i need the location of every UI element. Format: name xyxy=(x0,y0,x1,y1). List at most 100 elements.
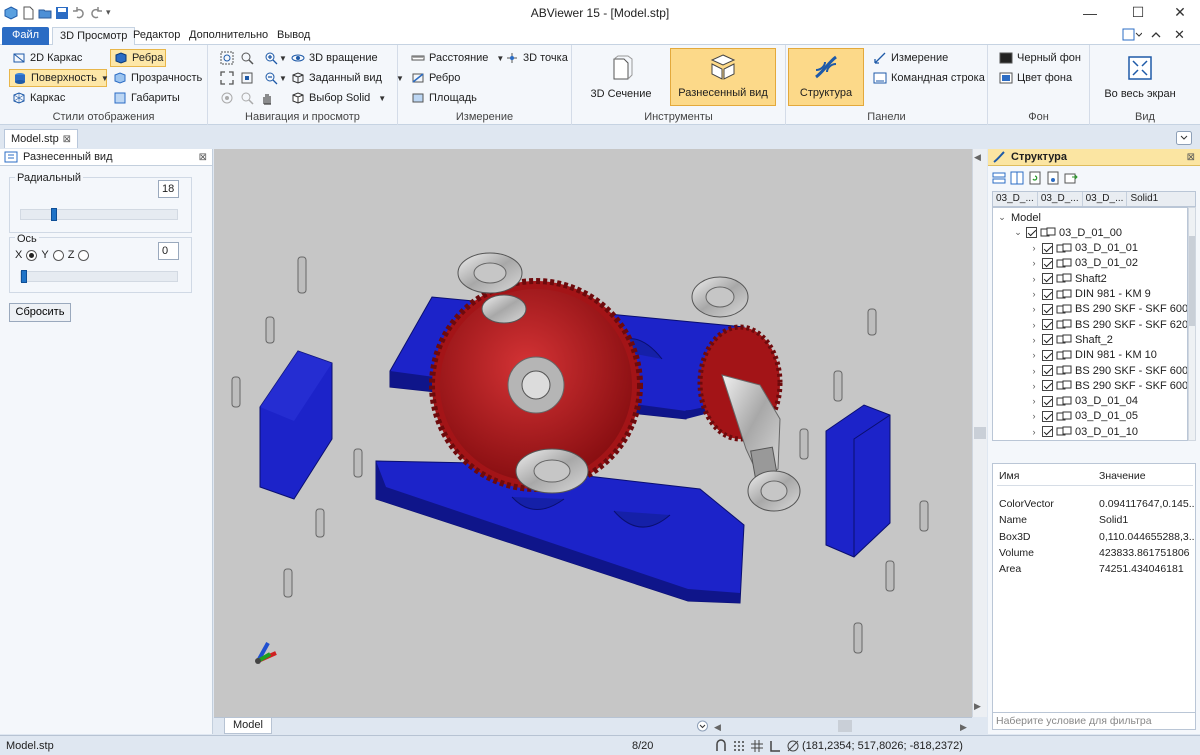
scroll-right-icon[interactable]: ▶ xyxy=(960,722,967,733)
measurement-panel-button[interactable]: Измерение xyxy=(870,49,951,67)
chevron-right-icon[interactable]: › xyxy=(1029,366,1039,376)
chevron-right-icon[interactable]: › xyxy=(1029,396,1039,406)
black-background-button[interactable]: Черный фон xyxy=(996,49,1084,67)
close-button[interactable]: ✕ xyxy=(1158,0,1200,25)
command-line-button[interactable]: Командная строка xyxy=(870,69,988,87)
snap-icon[interactable] xyxy=(714,739,728,753)
axis-slider[interactable] xyxy=(20,270,178,283)
surface-button[interactable]: Поверхность ▼ xyxy=(9,69,109,87)
orbit-icon[interactable] xyxy=(220,91,234,105)
open-folder-icon[interactable] xyxy=(38,6,52,20)
tree-node[interactable]: › DIN 981 - KM 9 xyxy=(1029,287,1151,302)
axis-value-input[interactable]: 0 xyxy=(158,242,179,260)
property-row[interactable]: ColorVector 0.094117647,0.145... xyxy=(993,498,1197,514)
chevron-right-icon[interactable]: › xyxy=(1029,350,1039,360)
tab-3d-view[interactable]: 3D Просмотр xyxy=(52,27,136,45)
tree-scroll-thumb[interactable] xyxy=(1189,236,1195,326)
polar-icon[interactable] xyxy=(786,739,800,753)
horizontal-scroll-thumb[interactable] xyxy=(838,720,852,732)
structure-button[interactable]: Структура xyxy=(788,48,864,106)
chevron-right-icon[interactable]: › xyxy=(1029,289,1039,299)
structure-tree[interactable]: ⌄ Model ⌄ 03_D_01_00 › 03_D_01_01 › 03_D_01_02 ›… xyxy=(992,207,1188,441)
reset-button[interactable]: Сбросить xyxy=(9,303,71,322)
select-solid-button[interactable]: Выбор Solid ▼ xyxy=(288,89,389,107)
scroll-down-icon[interactable]: ▶ xyxy=(974,701,981,712)
tree-node[interactable]: › BS 290 SKF - SKF 6005- xyxy=(1029,302,1188,317)
chevron-right-icon[interactable]: › xyxy=(1029,427,1039,437)
pan-hand-icon[interactable] xyxy=(260,91,274,105)
ortho-icon[interactable] xyxy=(768,739,782,753)
scroll-up-icon[interactable]: ◀ xyxy=(974,152,981,163)
visibility-checkbox[interactable] xyxy=(1042,349,1053,361)
tab-output[interactable]: Вывод xyxy=(270,27,317,45)
chevron-right-icon[interactable]: › xyxy=(1029,335,1039,345)
background-color-button[interactable]: Цвет фона xyxy=(996,69,1075,87)
point-3d-button[interactable]: 3D точка xyxy=(502,49,571,67)
zoom-previous-icon[interactable] xyxy=(240,71,254,85)
ribbon-close-icon[interactable]: ✕ xyxy=(1174,27,1185,43)
maximize-button[interactable]: ☐ xyxy=(1116,0,1160,25)
tree-scrollbar[interactable] xyxy=(1188,207,1196,441)
tab-file[interactable]: Файл xyxy=(2,27,50,45)
chevron-right-icon[interactable]: › xyxy=(1029,320,1039,330)
edge-measure-button[interactable]: Ребро xyxy=(408,69,463,87)
radial-value-input[interactable]: 18 xyxy=(158,180,179,198)
properties-icon[interactable] xyxy=(1046,171,1060,185)
tree-node[interactable]: ⌄ Model xyxy=(997,210,1041,225)
wireframe-button[interactable]: Каркас xyxy=(9,89,68,107)
transparency-button[interactable]: Прозрачность xyxy=(110,69,205,87)
tree-node[interactable]: ⌄ 03_D_01_00 xyxy=(1013,225,1122,240)
grid-icon[interactable] xyxy=(750,739,764,753)
tree-node[interactable]: › 03_D_01_01 xyxy=(1029,241,1139,256)
look-icon[interactable] xyxy=(240,91,254,105)
tree-node[interactable]: › 03_D_01_10 xyxy=(1029,424,1139,439)
chevron-right-icon[interactable]: › xyxy=(1029,411,1039,421)
axis-z-radio[interactable] xyxy=(78,249,90,261)
zoom-window-icon[interactable] xyxy=(220,51,234,65)
tree-node[interactable]: › BS 290 SKF - SKF 6006- xyxy=(1029,363,1188,378)
visibility-checkbox[interactable] xyxy=(1042,288,1053,300)
bearing-top-middle[interactable] xyxy=(481,294,527,324)
dimensions-button[interactable]: Габариты xyxy=(110,89,183,107)
distance-button[interactable]: Расстояние ▼ xyxy=(408,49,507,67)
save-icon[interactable] xyxy=(55,6,69,20)
right-side-plate[interactable] xyxy=(825,404,891,558)
tree-node[interactable]: › DIN 981 - KM 10 xyxy=(1029,348,1157,363)
visibility-checkbox[interactable] xyxy=(1042,257,1053,269)
tree-node[interactable]: › Shaft_2 xyxy=(1029,332,1113,347)
close-tab-icon[interactable]: ⊠ xyxy=(63,134,71,145)
section-3d-button[interactable]: 3D Сечение xyxy=(582,48,660,106)
bearing-bottom-left[interactable] xyxy=(515,448,589,494)
tree-node[interactable]: › BS 290 SKF - SKF 6006- xyxy=(1029,378,1188,393)
radial-slider-thumb[interactable] xyxy=(51,208,57,221)
structure-close-icon[interactable]: ⊠ xyxy=(1187,152,1195,163)
column-tab[interactable]: 03_D_... xyxy=(993,192,1038,206)
dots-grid-icon[interactable] xyxy=(732,739,746,753)
edges-button[interactable]: Ребра xyxy=(110,49,166,67)
property-row[interactable]: Area 74251.434046181 xyxy=(993,563,1197,579)
bearing-top-right[interactable] xyxy=(691,276,749,318)
small-gear-shaft[interactable] xyxy=(697,324,783,492)
filter-input[interactable]: Наберите условие для фильтра xyxy=(992,712,1196,730)
tab-advanced[interactable]: Дополнительно xyxy=(182,27,275,45)
split-view-icon[interactable] xyxy=(1010,171,1024,185)
bearing-bottom-right[interactable] xyxy=(747,470,801,512)
minimize-button[interactable]: — xyxy=(1068,0,1112,25)
visibility-checkbox[interactable] xyxy=(1042,334,1053,346)
visibility-checkbox[interactable] xyxy=(1042,380,1053,392)
visibility-checkbox[interactable] xyxy=(1042,319,1053,331)
column-tab[interactable]: 03_D_... xyxy=(1038,192,1083,206)
layout-dropdown-icon[interactable] xyxy=(696,720,709,732)
visibility-checkbox[interactable] xyxy=(1042,273,1053,285)
radial-slider[interactable] xyxy=(20,208,178,221)
chevron-down-icon[interactable]: ⌄ xyxy=(997,212,1007,223)
viewport-vertical-scrollbar[interactable]: ◀ ▶ xyxy=(972,149,987,717)
visibility-checkbox[interactable] xyxy=(1026,227,1037,239)
chevron-right-icon[interactable]: › xyxy=(1029,258,1039,268)
chevron-down-icon[interactable]: ⌄ xyxy=(1013,227,1023,238)
axis-x-radio[interactable] xyxy=(26,249,38,261)
zoom-out-icon[interactable] xyxy=(264,71,278,85)
expand-all-icon[interactable] xyxy=(992,171,1006,185)
zoom-extents-icon[interactable] xyxy=(240,51,254,65)
visibility-checkbox[interactable] xyxy=(1042,395,1053,407)
